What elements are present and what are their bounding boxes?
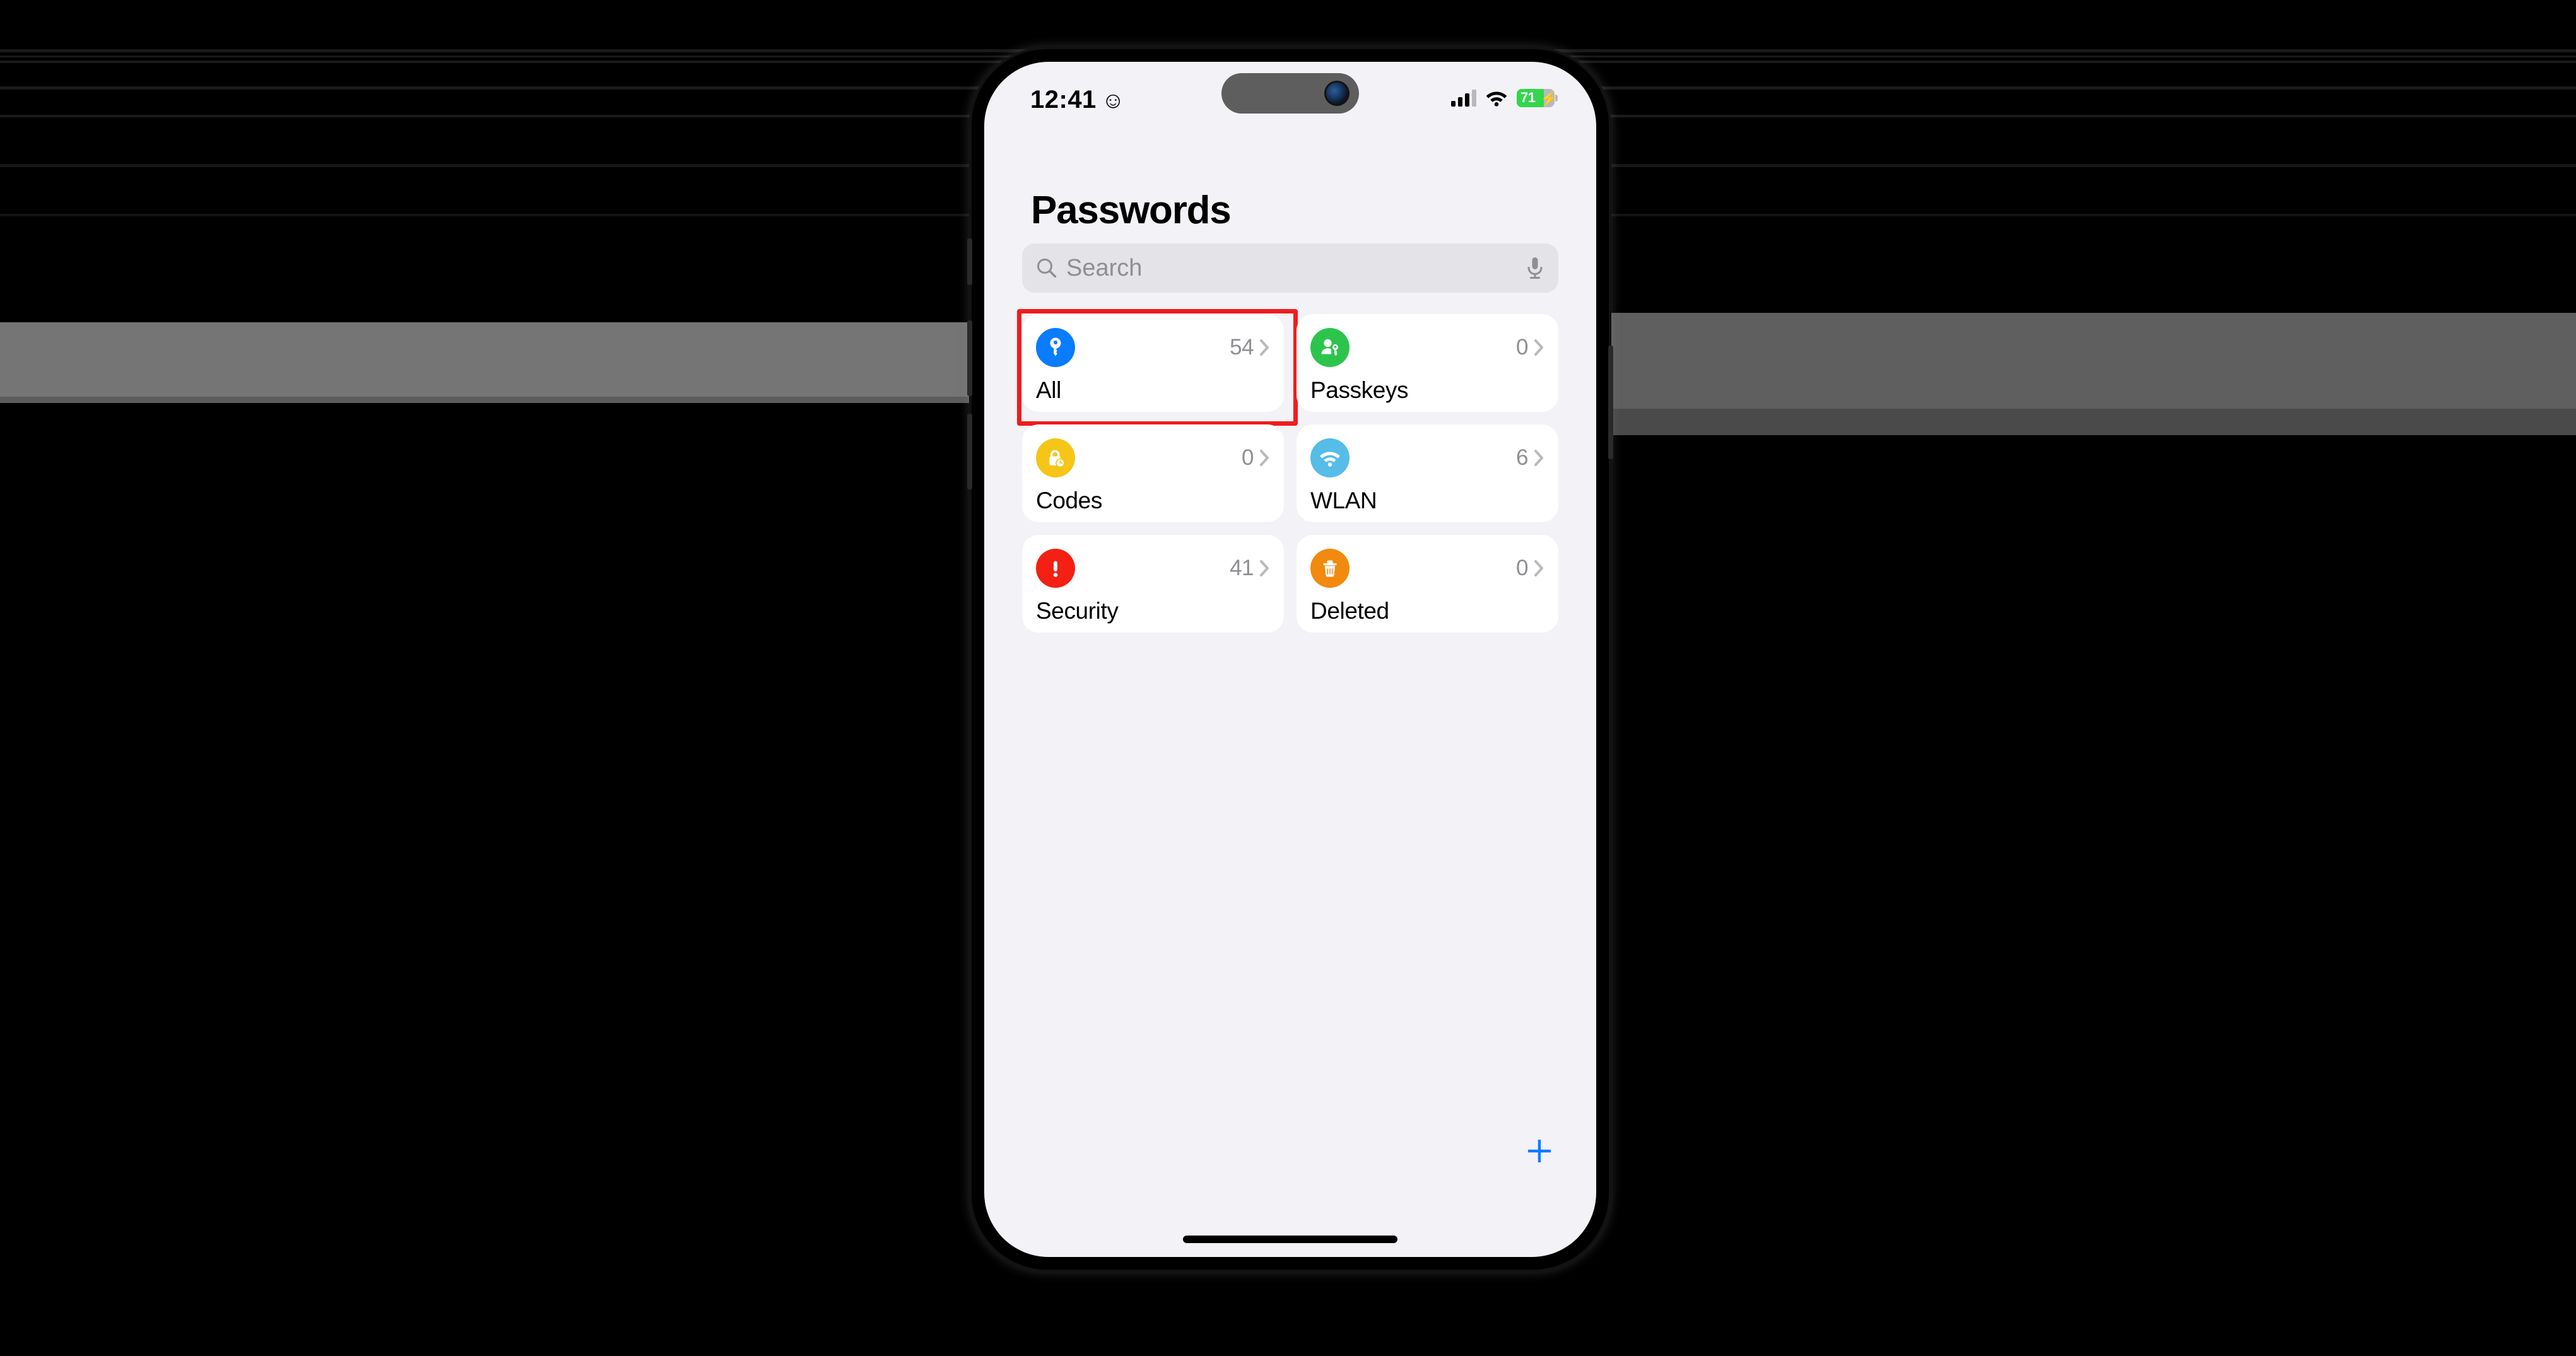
card-top-row: 0	[1310, 328, 1544, 367]
card-top-row: 0	[1036, 438, 1270, 477]
card-passkeys[interactable]: 0 Passkeys	[1297, 314, 1558, 412]
card-codes[interactable]: 0 Codes	[1022, 424, 1284, 522]
card-label: All	[1036, 377, 1061, 403]
search-field[interactable]	[1022, 243, 1558, 293]
dynamic-island	[1221, 73, 1359, 114]
card-label: Deleted	[1310, 598, 1389, 624]
backdrop-band	[1609, 409, 2576, 435]
volume-down-button[interactable]	[967, 414, 972, 489]
card-count-group: 54	[1230, 335, 1270, 360]
cellular-signal-icon	[1451, 89, 1476, 107]
status-bar: 12:41 ☺ 71 ⚡	[984, 62, 1596, 132]
card-wlan[interactable]: 6 WLAN	[1297, 424, 1558, 522]
card-count-group: 41	[1230, 556, 1270, 581]
card-count-group: 0	[1516, 335, 1544, 360]
smiley-face-icon: ☺	[1101, 86, 1126, 113]
card-count: 0	[1516, 335, 1528, 359]
volume-up-button[interactable]	[967, 320, 972, 396]
status-bar-indicators: 71 ⚡	[1451, 85, 1558, 111]
chevron-right-icon	[1260, 450, 1269, 466]
card-count-group: 0	[1242, 445, 1270, 471]
category-card-grid: 54 All 0 Passkeys 0 Codes 6 WLAN 41 Secu…	[1017, 309, 1558, 633]
card-top-row: 6	[1310, 438, 1544, 477]
add-password-button[interactable]	[1522, 1133, 1557, 1169]
plus-icon	[1528, 1140, 1551, 1162]
battery-icon: 71 ⚡	[1517, 88, 1558, 107]
microphone-icon[interactable]	[1526, 255, 1544, 281]
chevron-right-icon	[1260, 560, 1269, 576]
home-indicator[interactable]	[1183, 1236, 1397, 1243]
mute-switch-button[interactable]	[967, 238, 972, 285]
status-bar-time-group: 12:41 ☺	[1030, 86, 1125, 114]
card-count: 0	[1516, 556, 1528, 580]
wifi-icon	[1310, 438, 1350, 477]
power-button[interactable]	[1608, 346, 1613, 459]
card-deleted[interactable]: 0 Deleted	[1297, 535, 1558, 633]
card-label: Passkeys	[1310, 377, 1409, 403]
lock-clock-icon	[1036, 438, 1075, 477]
front-camera-icon	[1326, 83, 1348, 104]
search-icon	[1037, 259, 1057, 278]
search-input[interactable]	[1066, 254, 1526, 282]
card-top-row: 0	[1310, 549, 1544, 588]
card-count: 54	[1230, 335, 1254, 359]
card-all[interactable]: 54 All	[1017, 309, 1298, 426]
card-top-row: 41	[1036, 549, 1270, 588]
page-title: Passwords	[1031, 189, 1232, 232]
warning-icon	[1036, 549, 1075, 588]
card-security[interactable]: 41 Security	[1022, 535, 1284, 633]
wifi-icon	[1486, 91, 1507, 107]
card-count-group: 0	[1516, 556, 1544, 581]
card-count: 0	[1242, 445, 1254, 470]
chevron-right-icon	[1260, 339, 1269, 356]
backdrop-band	[1609, 313, 2576, 409]
card-count: 41	[1230, 556, 1254, 580]
card-top-row: 54	[1036, 328, 1270, 367]
card-label: Security	[1036, 598, 1119, 624]
chevron-right-icon	[1534, 339, 1543, 356]
phone-device-frame: 12:41 ☺ 71 ⚡ Passwords Search 54 All 0 P…	[967, 47, 1613, 1271]
chevron-right-icon	[1534, 450, 1543, 466]
card-count-group: 6	[1516, 445, 1544, 471]
person-key-icon	[1310, 328, 1350, 367]
chevron-right-icon	[1534, 560, 1543, 576]
battery-cap	[1555, 94, 1558, 102]
key-icon	[1036, 328, 1075, 367]
card-label: WLAN	[1310, 488, 1377, 513]
trash-icon	[1310, 549, 1350, 588]
card-count: 6	[1516, 445, 1528, 470]
status-time-text: 12:41	[1030, 86, 1097, 114]
card-label: Codes	[1036, 488, 1102, 513]
phone-screen: 12:41 ☺ 71 ⚡ Passwords Search 54 All 0 P…	[984, 62, 1596, 1257]
